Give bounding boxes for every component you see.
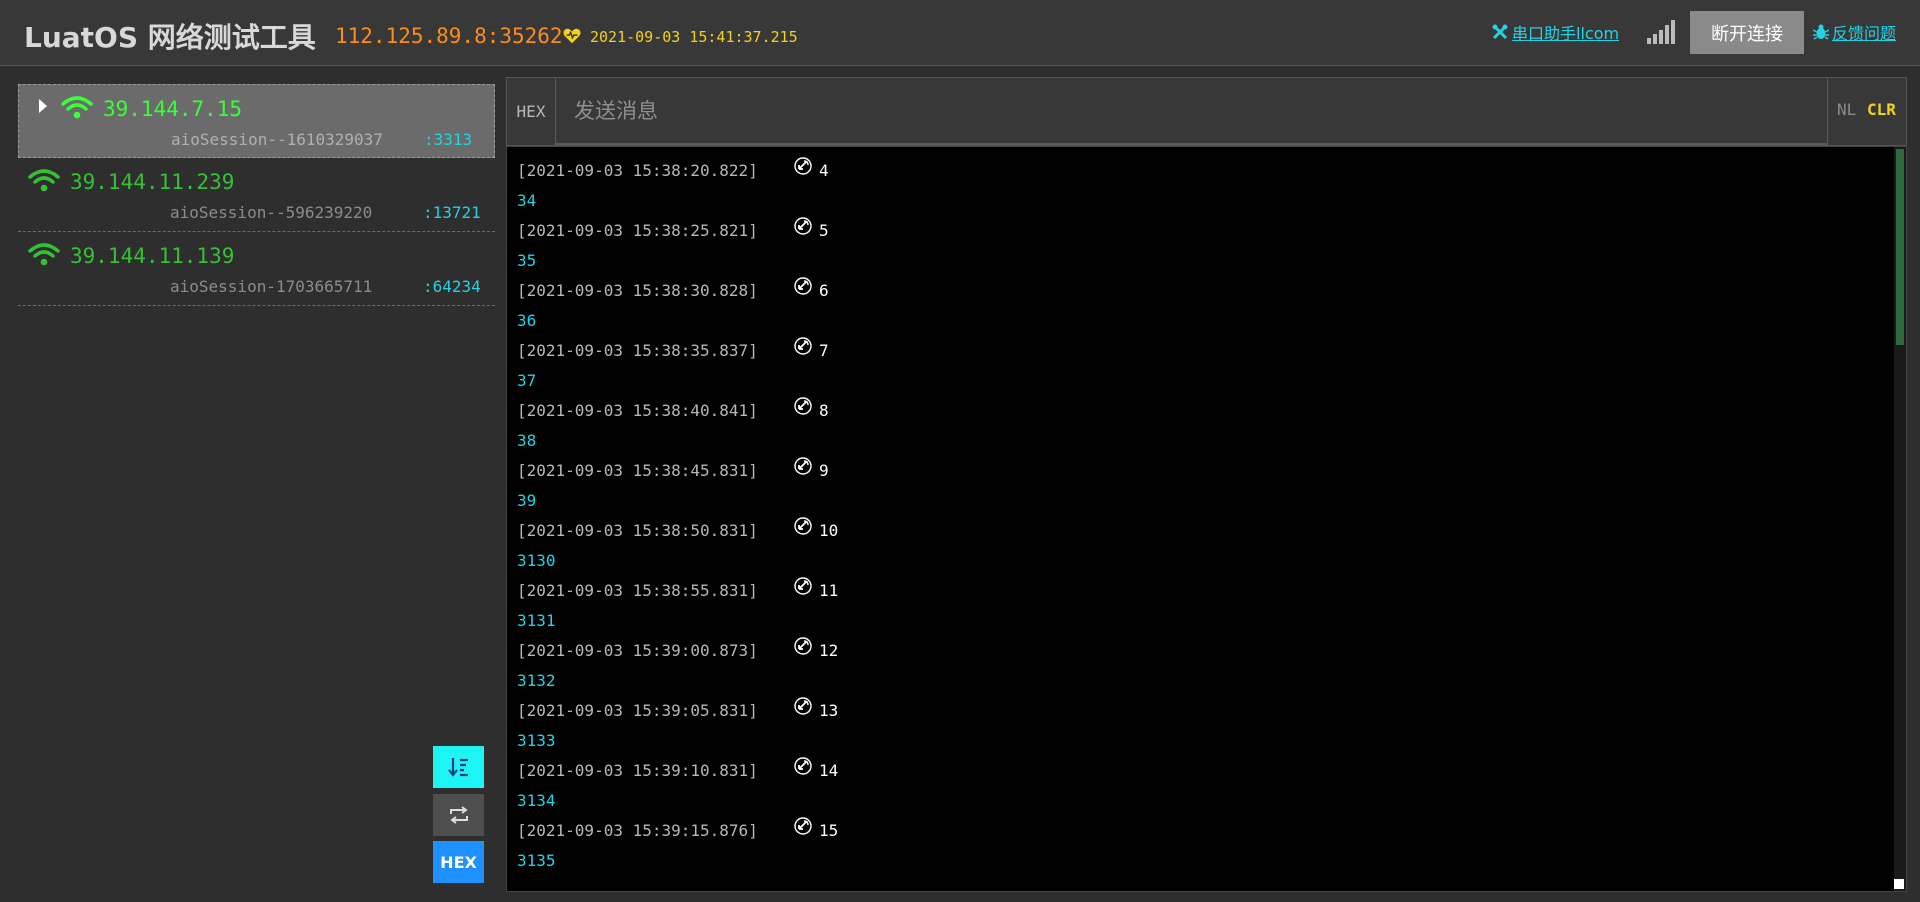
log-hex-value: 3130 — [517, 551, 556, 570]
tools-icon — [1492, 24, 1508, 40]
receive-icon — [794, 817, 812, 835]
session-port: :13721 — [423, 203, 481, 222]
receive-icon — [794, 157, 812, 175]
receive-icon — [794, 517, 812, 535]
log-hex-value: 39 — [517, 491, 537, 510]
receive-icon — [794, 577, 812, 595]
log-hex-value: 36 — [517, 311, 537, 330]
log-hex-value: 35 — [517, 251, 537, 270]
send-hex-toggle[interactable]: HEX — [507, 78, 555, 145]
log-hex-value: 3134 — [517, 791, 556, 810]
receive-icon — [794, 217, 812, 235]
wifi-icon — [28, 243, 60, 266]
log-value: 6 — [819, 281, 829, 300]
log-value: 9 — [819, 461, 829, 480]
receive-icon — [794, 697, 812, 715]
log-value: 14 — [819, 761, 839, 780]
resize-handle[interactable] — [1894, 879, 1904, 889]
session-ip: 39.144.7.15 — [103, 97, 243, 121]
log-value: 11 — [819, 581, 839, 600]
session-item[interactable]: 39.144.11.139 aioSession-1703665711 :642… — [18, 232, 495, 306]
scroll-bottom-icon — [447, 758, 468, 777]
server-address: 112.125.89.8:35262 — [335, 24, 563, 48]
log-value: 7 — [819, 341, 829, 360]
log-value: 13 — [819, 701, 839, 720]
session-ip: 39.144.11.139 — [70, 244, 235, 268]
log-hex-value: 3135 — [517, 851, 556, 870]
message-log[interactable]: [2021-09-03 15:38:20.822] 4 34 [2021-09-03 … — [506, 146, 1907, 892]
serial-tool-label[interactable]: 串口助手llcom — [1512, 20, 1619, 44]
log-scrollbar[interactable] — [1894, 147, 1906, 891]
app-title: LuatOS 网络测试工具 — [24, 21, 316, 54]
log-timestamp: [2021-09-03 15:38:45.831] — [517, 461, 758, 480]
log-timestamp: [2021-09-03 15:38:20.822] — [517, 161, 758, 180]
send-message-input[interactable] — [555, 78, 1828, 145]
loop-send-button[interactable] — [433, 794, 484, 836]
server-time: 2021-09-03 15:41:37.215 — [590, 28, 798, 46]
log-timestamp: [2021-09-03 15:39:00.873] — [517, 641, 758, 660]
session-item[interactable]: 39.144.11.239 aioSession--596239220 :137… — [18, 158, 495, 232]
feedback-link[interactable]: 反馈问题 — [1813, 10, 1896, 54]
receive-icon — [794, 457, 812, 475]
app-header: LuatOS 网络测试工具 112.125.89.8:35262 2021-09… — [0, 0, 1920, 66]
auto-scroll-button[interactable] — [433, 746, 484, 788]
log-hex-value: 37 — [517, 371, 537, 390]
log-timestamp: [2021-09-03 15:39:05.831] — [517, 701, 758, 720]
log-hex-value: 38 — [517, 431, 537, 450]
disconnect-button[interactable]: 断开连接 — [1690, 11, 1804, 54]
clear-button[interactable]: CLR — [1867, 100, 1896, 119]
log-value: 12 — [819, 641, 839, 660]
log-value: 5 — [819, 221, 829, 240]
log-hex-value: 3133 — [517, 731, 556, 750]
session-list: 39.144.7.15 aioSession--1610329037 :3313… — [18, 84, 495, 306]
newline-toggle[interactable]: NL — [1837, 100, 1856, 119]
serial-tool-link[interactable]: 串口助手llcom — [1492, 10, 1619, 54]
receive-icon — [794, 337, 812, 355]
log-timestamp: [2021-09-03 15:38:55.831] — [517, 581, 758, 600]
session-port: :3313 — [424, 130, 473, 149]
session-id: aioSession-1703665711 — [170, 277, 373, 296]
log-hex-value: 3132 — [517, 671, 556, 690]
session-port: :64234 — [423, 277, 481, 296]
bug-icon — [1813, 24, 1829, 40]
session-id: aioSession--596239220 — [170, 203, 373, 222]
log-timestamp: [2021-09-03 15:38:25.821] — [517, 221, 758, 240]
log-value: 15 — [819, 821, 839, 840]
hex-display-button[interactable]: HEX — [433, 841, 484, 883]
log-value: 8 — [819, 401, 829, 420]
log-timestamp: [2021-09-03 15:39:10.831] — [517, 761, 758, 780]
receive-icon — [794, 397, 812, 415]
log-timestamp: [2021-09-03 15:38:30.828] — [517, 281, 758, 300]
session-ip: 39.144.11.239 — [70, 170, 235, 194]
log-value: 10 — [819, 521, 839, 540]
receive-icon — [794, 277, 812, 295]
send-bar: HEX NL CLR — [506, 77, 1907, 146]
session-item[interactable]: 39.144.7.15 aioSession--1610329037 :3313 — [18, 84, 495, 158]
receive-icon — [794, 637, 812, 655]
feedback-label[interactable]: 反馈问题 — [1832, 20, 1896, 44]
log-hex-value: 34 — [517, 191, 537, 210]
wifi-icon — [61, 96, 93, 119]
log-scroll-thumb[interactable] — [1896, 149, 1904, 345]
log-timestamp: [2021-09-03 15:38:50.831] — [517, 521, 758, 540]
session-id: aioSession--1610329037 — [171, 130, 383, 149]
heart-icon — [563, 28, 581, 44]
log-timestamp: [2021-09-03 15:38:40.841] — [517, 401, 758, 420]
loop-icon — [449, 806, 468, 824]
log-timestamp: [2021-09-03 15:39:15.876] — [517, 821, 758, 840]
log-timestamp: [2021-09-03 15:38:35.837] — [517, 341, 758, 360]
signal-icon — [1647, 20, 1675, 44]
wifi-icon — [28, 169, 60, 192]
log-value: 4 — [819, 161, 829, 180]
receive-icon — [794, 757, 812, 775]
caret-right-icon — [39, 99, 47, 113]
log-hex-value: 3131 — [517, 611, 556, 630]
